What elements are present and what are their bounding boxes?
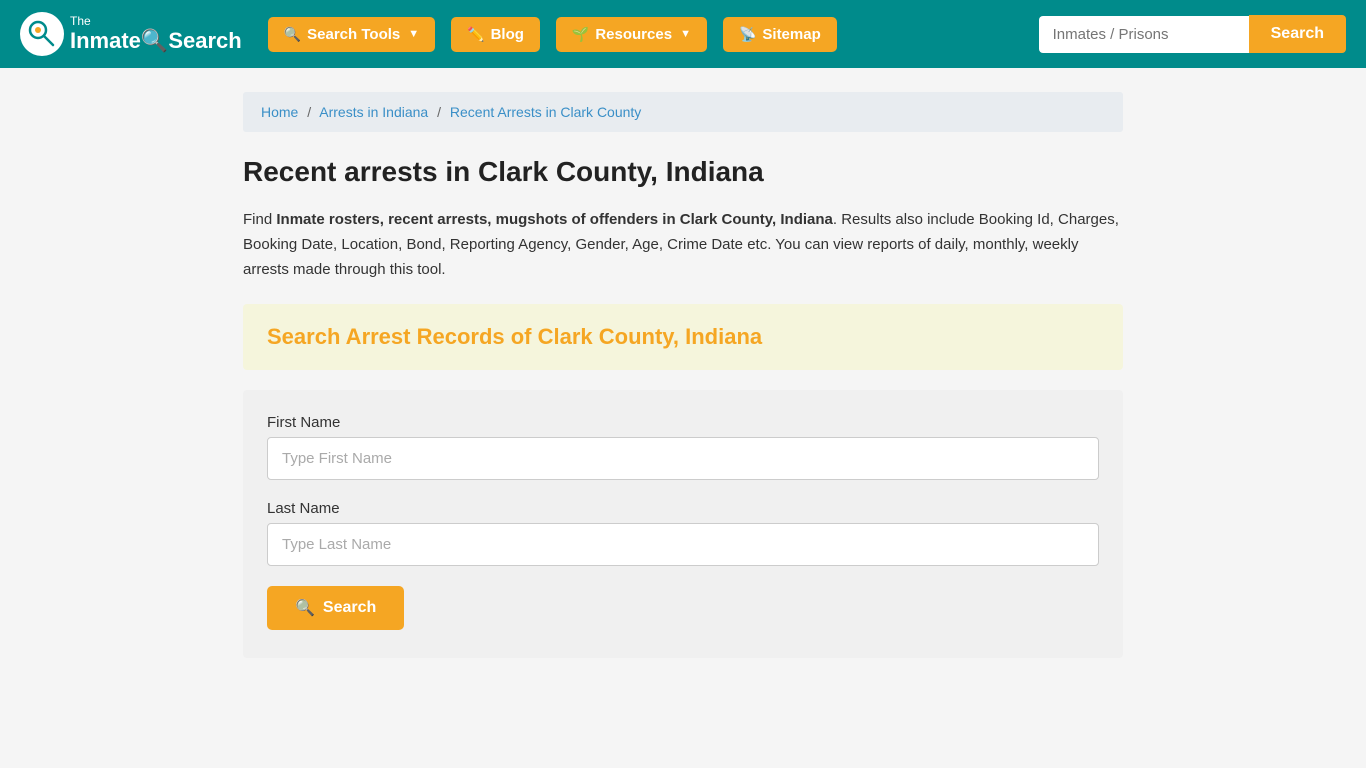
breadcrumb-separator-1: / (307, 104, 311, 120)
breadcrumb-current[interactable]: Recent Arrests in Clark County (450, 104, 641, 120)
search-section-title: Search Arrest Records of Clark County, I… (267, 324, 762, 349)
sitemap-icon (739, 26, 756, 43)
resources-button[interactable]: Resources ▼ (556, 17, 707, 52)
site-header: The Inmate🔍Search Search Tools ▼ Blog Re… (0, 0, 1366, 68)
last-name-group: Last Name (267, 500, 1099, 566)
search-section-header: Search Arrest Records of Clark County, I… (243, 304, 1123, 370)
blog-icon (467, 26, 484, 43)
search-submit-button[interactable]: 🔍 Search (267, 586, 404, 630)
sitemap-button[interactable]: Sitemap (723, 17, 837, 52)
search-tools-button[interactable]: Search Tools ▼ (268, 17, 435, 52)
logo-badge (20, 12, 64, 56)
site-logo[interactable]: The Inmate🔍Search (20, 12, 242, 56)
resources-icon (572, 26, 589, 43)
dropdown-arrow-icon: ▼ (680, 28, 691, 40)
first-name-input[interactable] (267, 437, 1099, 480)
logo-text: The Inmate🔍Search (70, 15, 242, 52)
breadcrumb-arrests-indiana[interactable]: Arrests in Indiana (319, 104, 428, 120)
breadcrumb-home[interactable]: Home (261, 104, 298, 120)
page-description: Find Inmate rosters, recent arrests, mug… (243, 208, 1123, 282)
header-search-area: Search (1039, 15, 1346, 53)
first-name-group: First Name (267, 414, 1099, 480)
header-search-input[interactable] (1039, 16, 1249, 53)
blog-button[interactable]: Blog (451, 17, 540, 52)
main-content: Home / Arrests in Indiana / Recent Arres… (223, 68, 1143, 682)
last-name-input[interactable] (267, 523, 1099, 566)
breadcrumb-separator-2: / (437, 104, 441, 120)
header-search-button[interactable]: Search (1249, 15, 1346, 53)
last-name-label: Last Name (267, 500, 1099, 517)
search-submit-icon: 🔍 (295, 598, 315, 618)
page-title: Recent arrests in Clark County, Indiana (243, 156, 1123, 188)
search-form-container: First Name Last Name 🔍 Search (243, 390, 1123, 658)
search-icon (284, 26, 301, 43)
dropdown-arrow-icon: ▼ (408, 28, 419, 40)
breadcrumb: Home / Arrests in Indiana / Recent Arres… (243, 92, 1123, 132)
first-name-label: First Name (267, 414, 1099, 431)
